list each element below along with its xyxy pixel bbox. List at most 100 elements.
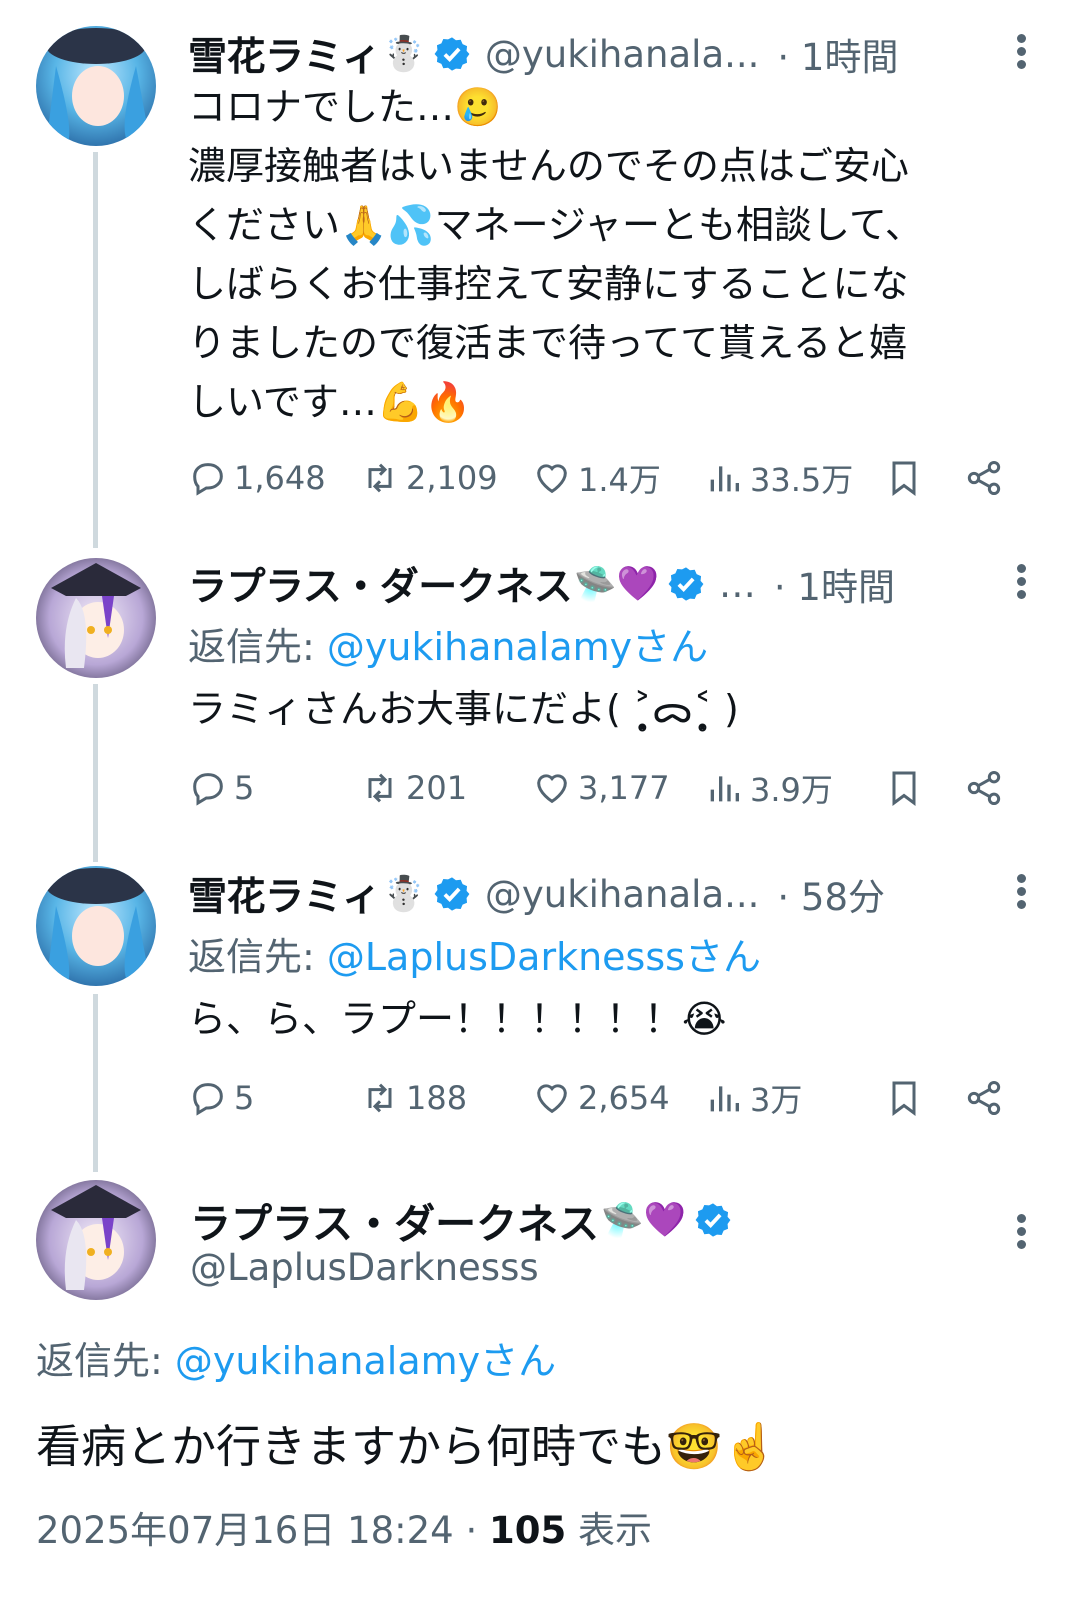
avatar[interactable] [36, 558, 156, 678]
reply-to-link[interactable]: @yukihanalamyさん [175, 1339, 556, 1383]
repost-icon [368, 773, 392, 803]
tweet-text: コロナでした…🥲 濃厚接触者はいませんのでその点はご安心 ください🙏💦マネージャ… [188, 78, 1020, 432]
handle[interactable]: … [719, 563, 756, 606]
more-options-icon[interactable] [1006, 30, 1036, 70]
like-button[interactable]: 1.4万 [532, 455, 704, 501]
timestamp[interactable]: · 58分 [777, 867, 885, 921]
text-line: しいです…💪🔥 [188, 380, 472, 424]
reply-icon [193, 1083, 223, 1116]
repost-icon [368, 1083, 392, 1113]
tweet-2[interactable]: ラプラス・ダークネス 🛸💜 … · 1時間 返信先: @yukihanalamy… [0, 530, 1080, 840]
display-name[interactable]: ラプラス・ダークネス [190, 1190, 599, 1250]
timestamp[interactable]: · 1時間 [774, 557, 895, 611]
share-icon [967, 461, 1001, 495]
name-emoji: ☃️ [382, 874, 425, 914]
action-bar: 5 201 3,177 3.9万 [188, 758, 1026, 818]
like-button[interactable]: 3,177 [532, 768, 704, 808]
main-display-name[interactable]: ラプラス・ダークネス 🛸💜 [190, 1190, 732, 1250]
more-options-icon[interactable] [1006, 1210, 1036, 1250]
main-handle[interactable]: @LaplusDarknesss [190, 1246, 539, 1289]
reply-label: 返信先: [36, 1339, 175, 1383]
share-button[interactable] [960, 764, 1008, 812]
name-emoji: 🛸💜 [574, 564, 659, 604]
display-name[interactable]: ラプラス・ダークネス [188, 556, 573, 612]
view-count: 3万 [750, 1081, 803, 1119]
like-count: 1.4万 [578, 461, 661, 499]
name-emoji: 🛸💜 [601, 1200, 686, 1240]
share-icon [967, 771, 1001, 805]
repost-icon [368, 463, 392, 493]
bookmark-button[interactable] [880, 1074, 928, 1122]
verified-badge-icon [668, 567, 704, 601]
reply-icon [193, 773, 223, 806]
reply-label: 返信先: [188, 625, 327, 669]
timestamp[interactable]: · 1時間 [777, 27, 898, 81]
repost-button[interactable]: 2,109 [360, 458, 532, 498]
handle[interactable]: @yukihanala... [485, 33, 760, 76]
views-button[interactable]: 33.5万 [704, 455, 874, 501]
replying-to: 返信先: @yukihanalamyさん [188, 616, 708, 671]
display-name[interactable]: 雪花ラミィ [188, 26, 381, 82]
post-timestamp[interactable]: 2025年07月16日 18:24 · [36, 1509, 489, 1552]
display-name[interactable]: 雪花ラミィ [188, 866, 381, 922]
more-options-icon[interactable] [1006, 870, 1036, 910]
bookmark-icon [892, 1081, 916, 1116]
bookmark-icon [892, 771, 916, 806]
verified-badge-icon [434, 37, 470, 71]
tweet-text: ラミィさんお大事にだよ( ˃̣̣̥ᯅ˂̣̣̥ ) [188, 687, 739, 731]
like-count: 2,654 [578, 1079, 670, 1117]
views-chart-icon [710, 466, 739, 492]
tweet-3[interactable]: 雪花ラミィ ☃️ @yukihanala... · 58分 返信先: @Lapl… [0, 840, 1080, 1150]
views-chart-icon [710, 1086, 739, 1112]
replying-to: 返信先: @LaplusDarknesssさん [188, 926, 761, 981]
repost-button[interactable]: 201 [360, 768, 532, 808]
reply-button[interactable]: 5 [188, 768, 360, 808]
reply-button[interactable]: 1,648 [188, 458, 360, 498]
tweet-text: ら、ら、ラプー！！！！！！😭 [188, 997, 727, 1041]
reply-icon [193, 463, 223, 496]
bookmark-icon [892, 461, 916, 496]
view-count: 105 [489, 1509, 567, 1552]
like-count: 3,177 [578, 769, 670, 807]
action-bar: 1,648 2,109 1.4万 33.5万 [188, 448, 1026, 508]
views-button[interactable]: 3万 [704, 1075, 874, 1121]
repost-count: 201 [406, 769, 468, 807]
tweet-header: ラプラス・ダークネス 🛸💜 … · 1時間 [188, 556, 1040, 612]
heart-icon [537, 1084, 567, 1114]
verified-badge-icon [434, 877, 470, 911]
views-chart-icon [710, 776, 739, 802]
avatar[interactable] [36, 26, 156, 146]
like-button[interactable]: 2,654 [532, 1078, 704, 1118]
text-line: りましたので復活まで待ってて貰えると嬉 [188, 321, 907, 365]
reply-label: 返信先: [188, 935, 327, 979]
heart-icon [537, 774, 567, 804]
tweet-1[interactable]: 雪花ラミィ ☃️ @yukihanala... · 1時間 コロナでした…🥲 濃… [0, 0, 1080, 540]
replying-to: 返信先: @yukihanalamyさん [36, 1330, 556, 1385]
views-button[interactable]: 3.9万 [704, 765, 874, 811]
action-bar: 5 188 2,654 3万 [188, 1068, 1026, 1128]
repost-button[interactable]: 188 [360, 1078, 532, 1118]
share-button[interactable] [960, 1074, 1008, 1122]
reply-button[interactable]: 5 [188, 1078, 360, 1118]
share-button[interactable] [960, 454, 1008, 502]
bookmark-button[interactable] [880, 454, 928, 502]
avatar[interactable] [36, 1180, 156, 1300]
reply-to-link[interactable]: @LaplusDarknesssさん [327, 935, 761, 979]
bookmark-button[interactable] [880, 764, 928, 812]
share-icon [967, 1081, 1001, 1115]
reply-count: 1,648 [234, 459, 326, 497]
reply-count: 5 [234, 1079, 255, 1117]
text-line: しばらくお仕事控えて安静にすることにな [188, 262, 909, 306]
avatar[interactable] [36, 866, 156, 986]
view-count: 33.5万 [750, 461, 854, 499]
text-line: 濃厚接触者はいませんのでその点はご安心 [188, 144, 909, 188]
repost-count: 188 [406, 1079, 468, 1117]
verified-badge-icon [695, 1203, 731, 1237]
heart-icon [537, 464, 567, 494]
tweet-header: 雪花ラミィ ☃️ @yukihanala... · 58分 [188, 866, 1040, 922]
main-tweet-text: 看病とか行きますから何時でも🤓☝️ [36, 1420, 779, 1473]
repost-count: 2,109 [406, 459, 498, 497]
handle[interactable]: @yukihanala... [485, 873, 760, 916]
reply-to-link[interactable]: @yukihanalamyさん [327, 625, 708, 669]
more-options-icon[interactable] [1006, 560, 1036, 600]
